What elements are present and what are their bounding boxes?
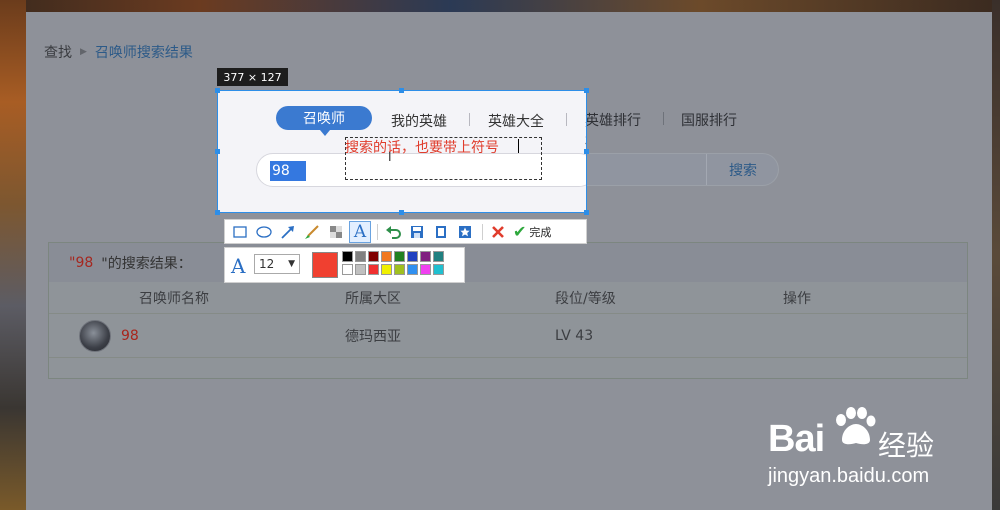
copy-icon[interactable] xyxy=(430,221,452,243)
resize-handle-w[interactable] xyxy=(215,149,220,154)
color-swatch[interactable] xyxy=(342,264,353,275)
tab-hero-ranking-dimmed: 英雄排行 xyxy=(585,113,641,129)
font-icon: A xyxy=(231,254,246,278)
done-button[interactable]: ✔ 完成 xyxy=(513,222,551,241)
row-name-cell: 98 xyxy=(49,319,339,352)
toolbar-divider xyxy=(377,223,378,240)
font-size-value: 12 xyxy=(259,257,275,271)
brush-icon[interactable] xyxy=(301,221,323,243)
breadcrumb: 查找 ▶ 召唤师搜索结果 xyxy=(44,42,193,62)
color-palette xyxy=(342,251,444,275)
tab-divider xyxy=(469,113,470,126)
chevron-down-icon: ▼ xyxy=(288,259,295,269)
color-swatch[interactable] xyxy=(368,251,379,262)
toolbar-divider xyxy=(482,223,483,240)
color-swatch[interactable] xyxy=(433,251,444,262)
search-button[interactable]: 搜索 xyxy=(708,154,778,185)
column-actions: 操作 xyxy=(783,290,811,307)
results-keyword: "98 xyxy=(69,254,94,271)
resize-handle-se[interactable] xyxy=(584,210,589,215)
capture-size-label: 377 × 127 xyxy=(217,68,288,86)
text-properties-panel: A 12 ▼ xyxy=(224,247,465,283)
color-swatch[interactable] xyxy=(394,264,405,275)
search-results-panel: "98 "的搜索结果： 召唤师名称 所属大区 段位/等级 操作 98 德玛西亚 … xyxy=(48,242,968,379)
capture-region[interactable]: 召唤师 我的英雄 英雄大全 英雄排行 98 搜索的话，也要带上符号 I xyxy=(217,90,587,213)
tab-summoner[interactable]: 召唤师 xyxy=(276,106,372,136)
resize-handle-e[interactable] xyxy=(584,149,589,154)
font-size-select[interactable]: 12 ▼ xyxy=(254,254,300,274)
results-column-headers: 召唤师名称 所属大区 段位/等级 操作 xyxy=(49,282,967,314)
arrow-icon[interactable] xyxy=(277,221,299,243)
screenshot-toolbar: A ✔ 完成 xyxy=(224,219,587,244)
baidu-paw-logo-icon xyxy=(836,407,876,445)
annotation-text: 搜索的话，也要带上符号 xyxy=(345,140,499,156)
resize-handle-n[interactable] xyxy=(399,88,404,93)
text-caret xyxy=(518,139,519,153)
column-summoner-name: 召唤师名称 xyxy=(139,290,209,307)
search-input-value: 98 xyxy=(270,161,306,181)
avatar[interactable] xyxy=(79,319,111,352)
watermark-product: 经验 xyxy=(878,429,935,462)
tab-divider xyxy=(566,113,567,126)
results-header-label: "的搜索结果： xyxy=(101,255,192,272)
background-art-right xyxy=(992,0,1000,510)
results-header: "98 "的搜索结果： xyxy=(49,243,967,282)
color-swatch[interactable] xyxy=(394,251,405,262)
row-level: LV 43 xyxy=(555,327,594,344)
resize-handle-nw[interactable] xyxy=(215,88,220,93)
ellipse-icon[interactable] xyxy=(253,221,275,243)
color-swatch[interactable] xyxy=(381,251,392,262)
breadcrumb-root[interactable]: 查找 xyxy=(44,42,72,62)
summoner-name-link[interactable]: 98 xyxy=(121,328,139,344)
resize-handle-ne[interactable] xyxy=(584,88,589,93)
undo-icon[interactable] xyxy=(382,221,404,243)
watermark-url: jingyan.baidu.com xyxy=(768,465,930,487)
mosaic-icon[interactable] xyxy=(325,221,347,243)
search-divider xyxy=(706,154,707,185)
color-swatch[interactable] xyxy=(407,251,418,262)
column-rank-level: 段位/等级 xyxy=(555,290,616,307)
color-swatch[interactable] xyxy=(342,251,353,262)
done-label: 完成 xyxy=(529,225,552,239)
resize-handle-s[interactable] xyxy=(399,210,404,215)
color-swatch[interactable] xyxy=(355,264,366,275)
tab-divider xyxy=(663,112,664,125)
breadcrumb-current: 召唤师搜索结果 xyxy=(94,45,193,61)
color-swatch[interactable] xyxy=(433,264,444,275)
table-row[interactable]: 98 德玛西亚 LV 43 xyxy=(49,314,967,358)
breadcrumb-separator-icon: ▶ xyxy=(80,47,87,57)
watermark-brand: Bai xyxy=(768,418,825,460)
color-swatch[interactable] xyxy=(355,251,366,262)
row-region: 德玛西亚 xyxy=(345,328,401,345)
column-region: 所属大区 xyxy=(345,290,401,307)
tab-server-ranking[interactable]: 国服排行 xyxy=(681,110,737,130)
current-color-swatch xyxy=(312,252,338,278)
pin-icon[interactable] xyxy=(454,221,476,243)
color-swatch[interactable] xyxy=(420,251,431,262)
background-art-left xyxy=(0,0,26,510)
color-swatch[interactable] xyxy=(368,264,379,275)
color-swatch[interactable] xyxy=(407,264,418,275)
ibeam-cursor-icon: I xyxy=(388,150,392,164)
resize-handle-sw[interactable] xyxy=(215,210,220,215)
color-swatch[interactable] xyxy=(381,264,392,275)
tab-my-heroes[interactable]: 我的英雄 xyxy=(391,111,447,131)
background-art-top xyxy=(0,0,1000,12)
text-icon[interactable]: A xyxy=(349,220,371,243)
check-icon: ✔ xyxy=(513,222,527,241)
cancel-icon[interactable] xyxy=(487,221,509,243)
rectangle-icon[interactable] xyxy=(229,221,251,243)
color-swatch[interactable] xyxy=(420,264,431,275)
tab-hero-list[interactable]: 英雄大全 xyxy=(488,111,544,131)
save-icon[interactable] xyxy=(406,221,428,243)
